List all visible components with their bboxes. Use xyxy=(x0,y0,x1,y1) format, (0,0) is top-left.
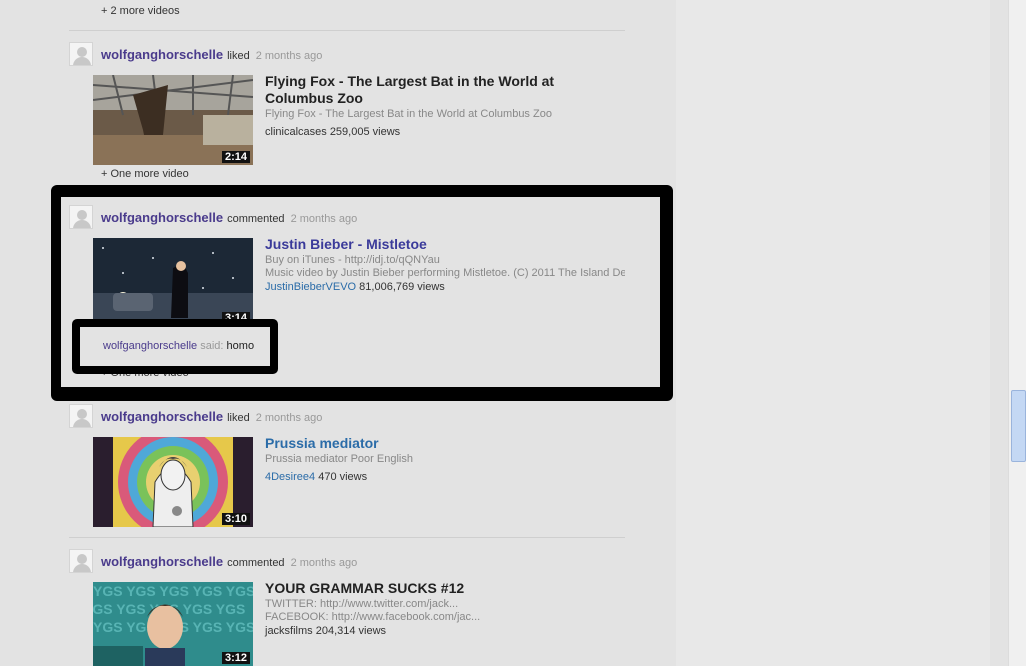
avatar[interactable] xyxy=(69,404,93,428)
action-text: commented xyxy=(227,557,285,569)
video-description: Flying Fox - The Largest Bat in the Worl… xyxy=(265,108,552,120)
video-meta: JustinBieberVEVO 81,006,769 views xyxy=(265,281,445,293)
avatar[interactable] xyxy=(69,205,93,229)
video-description: FACEBOOK: http://www.facebook.com/jac... xyxy=(265,611,481,623)
view-count: 259,005 views xyxy=(329,126,401,138)
right-sidebar xyxy=(676,0,990,666)
video-description: Prussia mediator Poor English xyxy=(265,453,413,465)
vertical-scrollbar[interactable] xyxy=(1008,0,1026,666)
video-meta: jacksfilms 204,314 views xyxy=(265,625,386,637)
svg-text:YGS YGS YGS YGS YGS: YGS YGS YGS YGS YGS xyxy=(93,583,253,599)
video-title[interactable]: Flying Fox - The Largest Bat in the Worl… xyxy=(265,73,595,107)
view-count: 470 views xyxy=(318,471,368,483)
video-description: Buy on iTunes - http://idj.to/qQNYau xyxy=(265,254,440,266)
video-description: TWITTER: http://www.twitter.com/jack... xyxy=(265,598,459,610)
timestamp: 2 months ago xyxy=(255,412,323,424)
comment: wolfganghorschelle said: homo xyxy=(103,340,254,352)
divider xyxy=(69,30,625,31)
comment-said-label: said: xyxy=(200,340,224,352)
video-duration: 3:10 xyxy=(221,513,250,525)
activity-header: wolfganghorschelle liked 2 months ago xyxy=(101,408,322,426)
username-link[interactable]: wolfganghorschelle xyxy=(101,210,223,225)
action-text: commented xyxy=(227,213,285,225)
video-duration: 2:14 xyxy=(221,151,250,163)
avatar[interactable] xyxy=(69,42,93,66)
timestamp: 2 months ago xyxy=(290,557,358,569)
view-count: 81,006,769 views xyxy=(359,281,445,293)
video-title[interactable]: Justin Bieber - Mistletoe xyxy=(265,236,595,253)
activity-header: wolfganghorschelle commented 2 months ago xyxy=(101,209,357,227)
video-thumbnail[interactable]: 3:10 xyxy=(93,437,253,527)
channel-link[interactable]: JustinBieberVEVO xyxy=(265,281,356,293)
video-thumbnail[interactable]: 2:14 xyxy=(93,75,253,165)
username-link[interactable]: wolfganghorschelle xyxy=(101,47,223,62)
action-text: liked xyxy=(227,412,250,424)
channel-link[interactable]: 4Desiree4 xyxy=(265,471,315,483)
scrollbar-thumb[interactable] xyxy=(1011,390,1026,462)
activity-feed: + 2 more videos wolfganghorschelle liked 2… xyxy=(0,0,675,666)
activity-header: wolfganghorschelle commented 2 months ago xyxy=(101,553,357,571)
channel-link[interactable]: jacksfilms xyxy=(265,625,313,637)
activity-header: wolfganghorschelle liked 2 months ago xyxy=(101,46,322,64)
more-videos-link[interactable]: + One more video xyxy=(101,168,189,180)
video-description: Music video by Justin Bieber performing … xyxy=(265,267,625,279)
video-title[interactable]: YOUR GRAMMAR SUCKS #12 xyxy=(265,580,595,597)
video-meta: 4Desiree4 470 views xyxy=(265,471,367,483)
view-count: 204,314 views xyxy=(315,625,387,637)
video-duration: 3:12 xyxy=(221,652,250,664)
channel-link[interactable]: clinicalcases xyxy=(265,126,327,138)
video-thumbnail[interactable]: YGS YGS YGS YGS YGS YGS YGS YGS YGS YGS … xyxy=(93,582,253,666)
timestamp: 2 months ago xyxy=(255,50,323,62)
timestamp: 2 months ago xyxy=(290,213,358,225)
divider xyxy=(69,537,625,538)
username-link[interactable]: wolfganghorschelle xyxy=(101,409,223,424)
avatar[interactable] xyxy=(69,549,93,573)
video-meta: clinicalcases 259,005 views xyxy=(265,126,400,138)
comment-username-link[interactable]: wolfganghorschelle xyxy=(103,340,197,352)
comment-text: homo xyxy=(226,340,255,352)
video-thumbnail[interactable]: 3:14 xyxy=(93,238,253,326)
username-link[interactable]: wolfganghorschelle xyxy=(101,554,223,569)
more-videos-link[interactable]: + 2 more videos xyxy=(101,5,180,17)
action-text: liked xyxy=(227,50,250,62)
video-title[interactable]: Prussia mediator xyxy=(265,435,595,452)
